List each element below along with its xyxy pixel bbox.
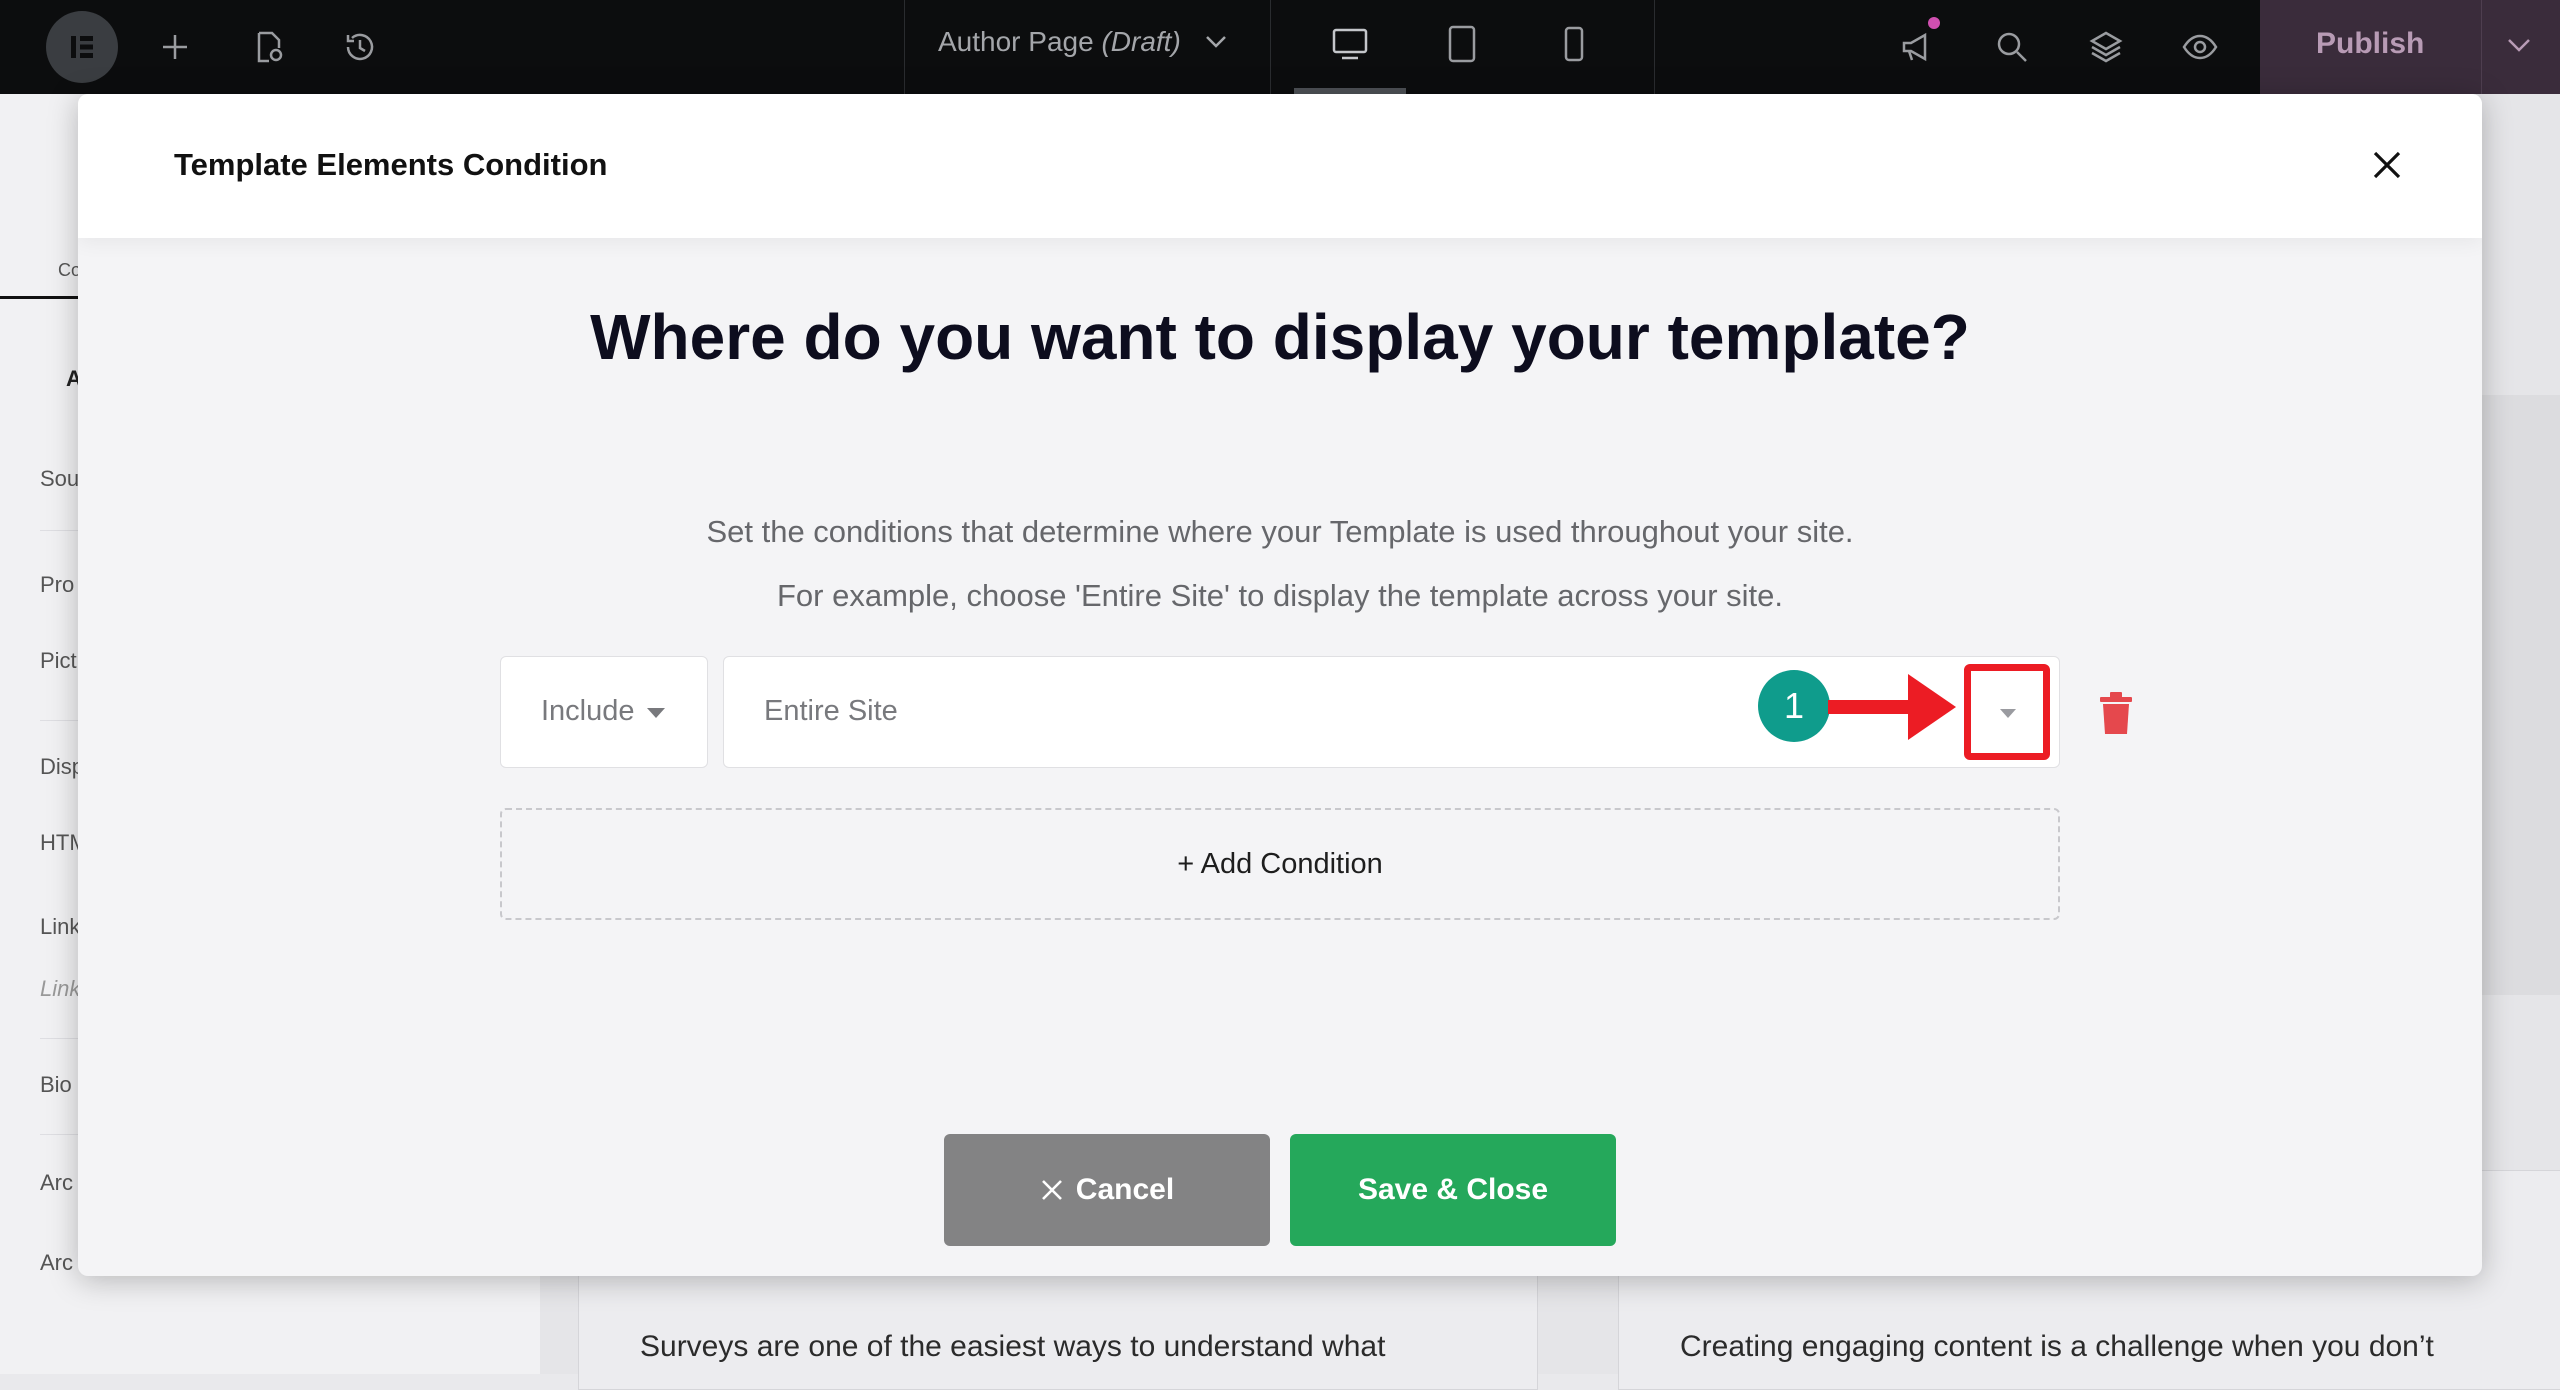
template-conditions-modal: Template Elements Condition Where do you… — [78, 94, 2482, 1276]
editor-topbar: Author Page (Draft) Publish — [0, 0, 2560, 94]
condition-type-value: Include — [541, 695, 635, 727]
chevron-down-icon — [1205, 36, 1226, 48]
add-condition-label: + Add Condition — [1177, 847, 1383, 880]
close-icon — [1041, 1180, 1062, 1200]
caret-down-icon — [647, 708, 665, 718]
document-title[interactable]: Author Page (Draft) — [938, 26, 1229, 58]
search-icon[interactable] — [1992, 27, 2032, 67]
divider — [904, 0, 905, 94]
panel-row: Sou — [40, 466, 80, 491]
active-tab-indicator — [0, 296, 80, 299]
megaphone-icon[interactable] — [1898, 27, 1938, 67]
close-button[interactable] — [2362, 140, 2412, 190]
panel-row: Pro — [40, 572, 75, 597]
divider — [2481, 0, 2482, 94]
page-settings-icon[interactable] — [248, 27, 288, 67]
condition-target-dropdown-button[interactable] — [1964, 664, 2050, 760]
cancel-button[interactable]: Cancel — [944, 1134, 1270, 1246]
panel-row: Arc — [40, 1250, 73, 1275]
step-number-badge: 1 — [1758, 670, 1830, 742]
desktop-icon[interactable] — [1330, 24, 1370, 64]
panel-row: Arc — [40, 1170, 73, 1195]
plus-icon[interactable] — [155, 27, 195, 67]
caret-down-icon — [2000, 709, 2016, 718]
add-condition-button[interactable]: + Add Condition — [500, 808, 2060, 920]
modal-heading: Where do you want to display your templa… — [590, 301, 1970, 373]
mobile-icon[interactable] — [1554, 24, 1594, 64]
post-excerpt: Surveys are one of the easiest ways to u… — [640, 1330, 1386, 1363]
panel-row: Link — [40, 914, 81, 939]
history-icon[interactable] — [340, 27, 380, 67]
eye-icon[interactable] — [2180, 27, 2220, 67]
elementor-logo-icon[interactable] — [46, 11, 118, 83]
arrow-right-icon — [1828, 674, 1956, 740]
panel-row: Pict — [40, 648, 77, 673]
panel-row: Bio — [40, 1072, 72, 1097]
save-and-close-button[interactable]: Save & Close — [1290, 1134, 1616, 1246]
trash-icon[interactable] — [2098, 690, 2134, 736]
document-status: (Draft) — [1101, 26, 1181, 57]
layers-icon[interactable] — [2086, 27, 2126, 67]
condition-target-value: Entire Site — [764, 695, 898, 727]
close-icon — [2373, 151, 2401, 179]
divider — [1654, 0, 1655, 94]
modal-title: Template Elements Condition — [174, 147, 608, 182]
modal-description: Set the conditions that determine where … — [706, 514, 1854, 549]
tablet-icon[interactable] — [1442, 24, 1482, 64]
save-label: Save & Close — [1357, 1173, 1549, 1206]
condition-type-select[interactable]: Include — [500, 656, 708, 768]
divider — [1270, 0, 1271, 94]
notification-dot — [1928, 17, 1940, 29]
cancel-label: Cancel — [1075, 1173, 1175, 1206]
panel-row: Link — [40, 976, 81, 1001]
document-title-text: Author Page — [938, 26, 1094, 57]
publish-label: Publish — [2316, 27, 2425, 60]
post-excerpt: Creating engaging content is a challenge… — [1680, 1330, 2434, 1363]
modal-header: Template Elements Condition — [78, 94, 2482, 238]
chevron-down-icon[interactable] — [2506, 36, 2532, 56]
modal-description: For example, choose 'Entire Site' to dis… — [776, 578, 1784, 613]
